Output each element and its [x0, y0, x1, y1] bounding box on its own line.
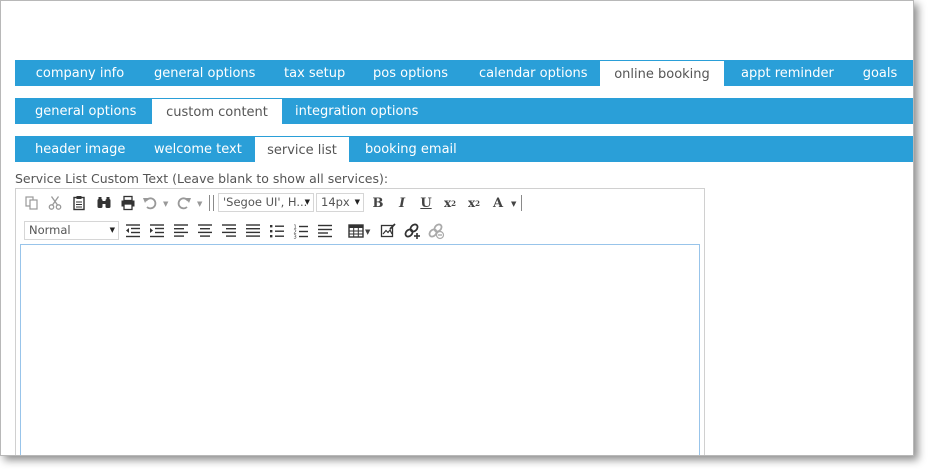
tab-integration-options[interactable]: integration options	[289, 98, 423, 124]
tab-tax-setup[interactable]: tax setup	[278, 60, 348, 86]
editor-toolbar-row-2: Normal ▼ 1 2 3 ▼	[22, 220, 702, 242]
remove-link-icon[interactable]	[426, 220, 446, 242]
booking-tab-bar: general options custom content integrati…	[15, 98, 913, 124]
font-size-value: 14px	[321, 195, 350, 209]
rich-text-editor: ▼ ▼ 'Segoe UI', H... ▼ 14px ▼ B I U x2 x…	[15, 188, 705, 455]
align-right-icon[interactable]	[219, 220, 239, 242]
undo-dropdown-caret[interactable]: ▼	[163, 200, 168, 208]
tab-general-options[interactable]: general options	[148, 60, 258, 86]
indent-icon[interactable]	[147, 220, 167, 242]
toolbar-separator	[521, 195, 522, 211]
undo-icon[interactable]	[140, 192, 160, 214]
svg-text:3: 3	[294, 234, 297, 239]
font-color-icon[interactable]: A	[488, 192, 508, 214]
line-spacing-icon[interactable]	[315, 220, 335, 242]
table-icon[interactable]	[346, 220, 366, 242]
italic-icon[interactable]: I	[392, 192, 412, 214]
align-justify-icon[interactable]	[243, 220, 263, 242]
cut-icon[interactable]	[45, 192, 65, 214]
bold-icon[interactable]: B	[368, 192, 388, 214]
font-color-dropdown-caret[interactable]: ▼	[511, 200, 516, 208]
editor-content-area[interactable]	[20, 244, 700, 455]
subscript-icon[interactable]: x2	[464, 192, 484, 214]
font-family-select[interactable]: 'Segoe UI', H... ▼	[218, 193, 314, 212]
print-icon[interactable]	[118, 192, 138, 214]
tab-calendar-options[interactable]: calendar options	[473, 60, 588, 86]
toolbar-separator	[209, 195, 210, 211]
align-left-icon[interactable]	[171, 220, 191, 242]
chevron-down-icon: ▼	[304, 198, 310, 206]
chevron-down-icon: ▼	[109, 226, 115, 234]
table-dropdown-caret[interactable]: ▼	[365, 228, 370, 236]
bulleted-list-icon[interactable]	[267, 220, 287, 242]
tab-service-list[interactable]: service list	[255, 137, 349, 162]
tab-goals[interactable]: goals	[855, 60, 905, 86]
tab-booking-general-options[interactable]: general options	[29, 98, 141, 124]
tab-header-image[interactable]: header image	[29, 136, 131, 162]
copy-icon[interactable]	[22, 192, 42, 214]
underline-icon[interactable]: U	[416, 192, 436, 214]
find-icon[interactable]	[94, 192, 114, 214]
redo-icon[interactable]	[174, 192, 194, 214]
editor-toolbar-row-1: ▼ ▼ 'Segoe UI', H... ▼ 14px ▼ B I U x2 x…	[22, 192, 702, 214]
font-family-value: 'Segoe UI', H...	[223, 195, 308, 209]
tab-booking-email[interactable]: booking email	[359, 136, 459, 162]
tab-online-booking[interactable]: online booking	[600, 61, 724, 86]
toolbar-separator	[213, 195, 214, 211]
paste-icon[interactable]	[69, 192, 89, 214]
tab-appt-reminder[interactable]: appt reminder	[735, 60, 835, 86]
settings-window: company info general options tax setup p…	[0, 0, 914, 456]
insert-link-icon[interactable]	[402, 220, 422, 242]
tab-welcome-text[interactable]: welcome text	[148, 136, 244, 162]
tab-custom-content[interactable]: custom content	[152, 99, 282, 124]
font-size-select[interactable]: 14px ▼	[316, 193, 364, 212]
insert-image-icon[interactable]	[378, 220, 398, 242]
redo-dropdown-caret[interactable]: ▼	[197, 200, 202, 208]
align-center-icon[interactable]	[195, 220, 215, 242]
main-tab-bar: company info general options tax setup p…	[15, 60, 913, 86]
tab-company-info[interactable]: company info	[29, 60, 131, 86]
superscript-icon[interactable]: x2	[440, 192, 460, 214]
chevron-down-icon: ▼	[354, 198, 360, 206]
outdent-icon[interactable]	[123, 220, 143, 242]
service-list-label: Service List Custom Text (Leave blank to…	[15, 171, 389, 186]
paragraph-format-select[interactable]: Normal ▼	[24, 221, 119, 240]
tab-pos-options[interactable]: pos options	[367, 60, 453, 86]
content-tab-bar: header image welcome text service list b…	[15, 136, 913, 162]
paragraph-format-value: Normal	[29, 223, 71, 237]
numbered-list-icon[interactable]: 123	[291, 220, 311, 242]
